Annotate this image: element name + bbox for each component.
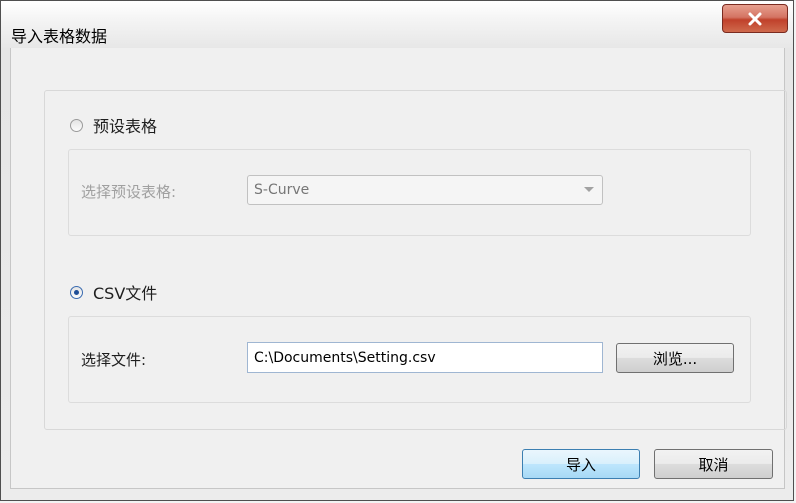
close-button[interactable] (722, 4, 788, 33)
preset-field-label: 选择预设表格: (81, 183, 177, 201)
chevron-down-icon (584, 187, 594, 192)
preset-radio-option[interactable]: 预设表格 (70, 113, 157, 137)
csv-radio[interactable] (70, 285, 83, 299)
cancel-button[interactable]: 取消 (654, 449, 773, 479)
preset-select[interactable]: S-Curve (247, 175, 603, 205)
close-icon (748, 12, 762, 25)
preset-radio-label: 预设表格 (93, 117, 158, 136)
browse-button[interactable]: 浏览... (616, 343, 734, 373)
title-bar[interactable]: 导入表格数据 (1, 1, 793, 48)
import-table-dialog: 导入表格数据 预设表格 选择预设表格: S-Curve CSV文件 选择文件: … (0, 0, 794, 501)
preset-radio[interactable] (70, 118, 83, 132)
file-path-input[interactable] (247, 342, 603, 373)
import-button[interactable]: 导入 (522, 449, 640, 479)
preset-select-value: S-Curve (254, 182, 310, 198)
csv-radio-label: CSV文件 (93, 284, 158, 303)
csv-field-label: 选择文件: (81, 351, 147, 369)
csv-radio-option[interactable]: CSV文件 (70, 280, 157, 304)
dialog-title: 导入表格数据 (11, 27, 108, 46)
